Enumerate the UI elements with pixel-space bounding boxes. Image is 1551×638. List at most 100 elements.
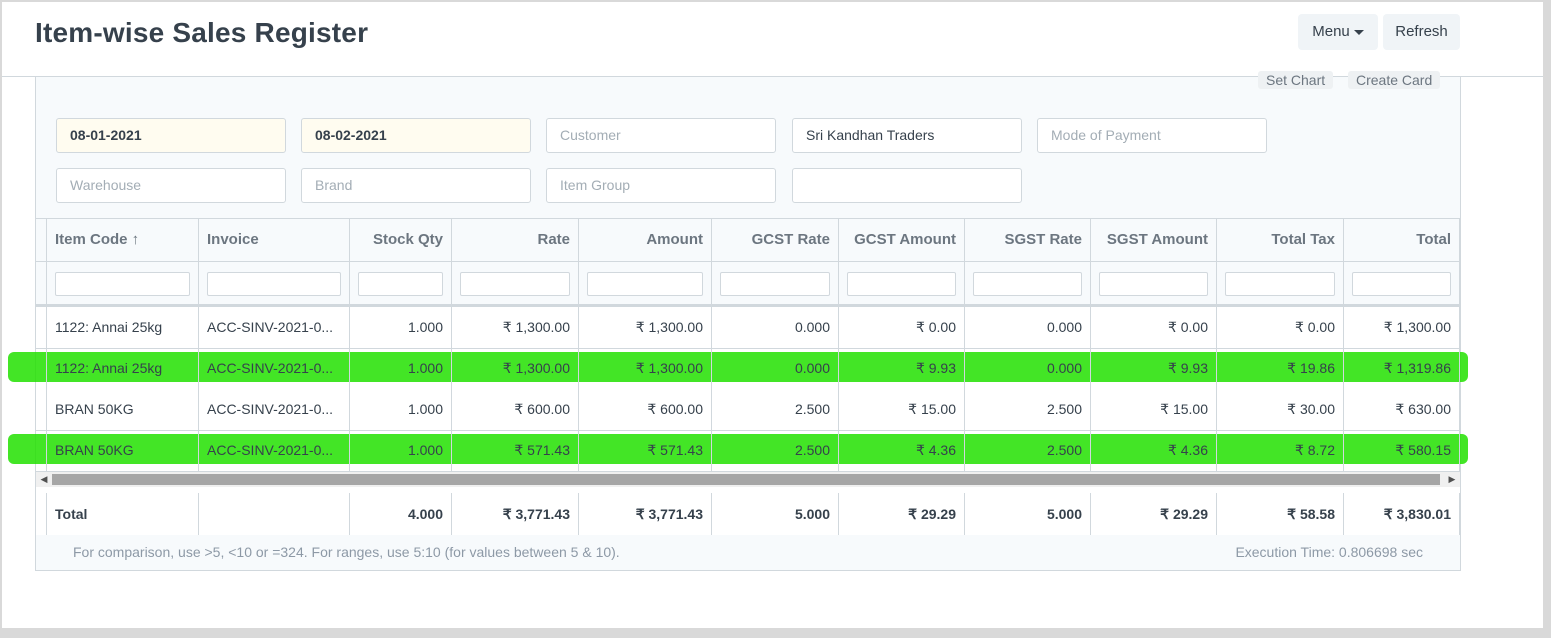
column-filter-cell [47,262,199,304]
column-filter-input[interactable] [207,272,341,296]
column-filter-input[interactable] [587,272,703,296]
column-header-sgst-rate[interactable]: SGST Rate [965,219,1091,261]
column-header-sgst-amount[interactable]: SGST Amount [1091,219,1217,261]
column-filter-input[interactable] [358,272,443,296]
column-filter-input[interactable] [55,272,190,296]
column-header-item-code[interactable]: Item Code ↑ [47,219,199,261]
total-cell: Total [47,493,199,535]
report-container: Set Chart Create Card 08-01-2021 08-02-2… [8,71,1468,571]
table-cell: ₹ 1,300.00 [452,307,579,348]
table-cell: ACC-SINV-2021-0... [199,389,350,430]
table-cell: ₹ 1,300.00 [1344,307,1460,348]
extra-filter-field[interactable] [792,168,1022,203]
column-header-gcst-amount[interactable]: GCST Amount [839,219,965,261]
table-cell: ₹ 30.00 [1217,389,1344,430]
customer-field[interactable]: Customer [546,118,776,153]
warehouse-placeholder: Warehouse [70,177,142,193]
create-card-button[interactable]: Create Card [1348,71,1441,89]
table-cell: 1122: Annai 25kg [47,348,199,389]
total-cell: 5.000 [965,493,1091,535]
total-cell: ₹ 3,771.43 [579,493,712,535]
to-date-field[interactable]: 08-02-2021 [301,118,531,153]
table-cell: ₹ 15.00 [1091,389,1217,430]
column-filter-input[interactable] [460,272,570,296]
column-filter-input[interactable] [847,272,956,296]
table-cell: 0.000 [712,307,839,348]
scrollbar-thumb[interactable] [52,474,1440,485]
table-cell: ₹ 1,300.00 [452,348,579,389]
mode-of-payment-placeholder: Mode of Payment [1051,127,1161,143]
caret-down-icon [1353,29,1364,35]
column-header-amount[interactable]: Amount [579,219,712,261]
table-cell: ACC-SINV-2021-0... [199,307,350,348]
menu-button-label: Menu [1312,23,1350,40]
filter-help-text: For comparison, use >5, <10 or =324. For… [73,544,620,560]
mode-of-payment-field[interactable]: Mode of Payment [1037,118,1267,153]
table-cell: ₹ 600.00 [452,389,579,430]
column-filter-cell [452,262,579,304]
table-cell: ₹ 1,300.00 [579,307,712,348]
brand-field[interactable]: Brand [301,168,531,203]
totals-row: Total 4.000 ₹ 3,771.43 ₹ 3,771.43 5.000 ₹ 29.… [36,493,1460,536]
table-cell: ₹ 1,300.00 [579,348,712,389]
table-cell: 0.000 [712,348,839,389]
total-cell: 4.000 [350,493,452,535]
row-index-cell [36,219,47,261]
table-cell: ₹ 630.00 [1344,389,1460,430]
column-filter-input[interactable] [1352,272,1451,296]
row-index-cell [36,389,47,430]
table-row[interactable]: 1122: Annai 25kg ACC-SINV-2021-0... 1.000 ₹… [36,307,1460,349]
total-cell: ₹ 3,771.43 [452,493,579,535]
row-index-cell [36,262,47,304]
column-header-rate[interactable]: Rate [452,219,579,261]
column-filter-cell [1091,262,1217,304]
table-cell: 2.500 [712,389,839,430]
customer-group-field[interactable]: Sri Kandhan Traders [792,118,1022,153]
report-page: Item-wise Sales Register Menu Refresh Se… [2,2,1543,628]
table-row[interactable]: BRAN 50KG ACC-SINV-2021-0... 1.000 ₹ 571.43… [36,430,1460,472]
table-row[interactable]: BRAN 50KG ACC-SINV-2021-0... 1.000 ₹ 600.00… [36,389,1460,431]
column-filter-cell [712,262,839,304]
filter-area: Set Chart Create Card 08-01-2021 08-02-2… [36,71,1460,219]
table-cell: 2.500 [965,389,1091,430]
column-filter-cell [1217,262,1344,304]
item-group-field[interactable]: Item Group [546,168,776,203]
warehouse-field[interactable]: Warehouse [56,168,286,203]
table-row[interactable]: 1122: Annai 25kg ACC-SINV-2021-0... 1.000 ₹… [36,348,1460,390]
column-filter-cell [965,262,1091,304]
data-grid: Item Code ↑ Invoice Stock Qty Rate Amount GCS… [8,219,1468,477]
set-chart-button[interactable]: Set Chart [1258,71,1334,89]
scroll-left-icon[interactable]: ◀ [36,471,52,487]
column-header-invoice[interactable]: Invoice [199,219,350,261]
refresh-button[interactable]: Refresh [1383,14,1460,50]
column-filter-input[interactable] [1099,272,1208,296]
column-header-total-tax[interactable]: Total Tax [1217,219,1344,261]
column-filter-cell [1344,262,1460,304]
from-date-field[interactable]: 08-01-2021 [56,118,286,153]
table-cell: ₹ 19.86 [1217,348,1344,389]
column-header-stock-qty[interactable]: Stock Qty [350,219,452,261]
column-header-total[interactable]: Total [1344,219,1460,261]
column-header-gcst-rate[interactable]: GCST Rate [712,219,839,261]
table-cell: 2.500 [712,430,839,471]
total-cell [199,493,350,535]
total-cell: ₹ 3,830.01 [1344,493,1460,535]
menu-button[interactable]: Menu [1298,14,1378,50]
row-index-cell [36,493,47,535]
scroll-right-icon[interactable]: ▶ [1444,471,1460,487]
table-cell: BRAN 50KG [47,430,199,471]
horizontal-scrollbar[interactable]: ◀ ▶ [36,471,1460,487]
column-filter-input[interactable] [720,272,830,296]
table-cell: 1.000 [350,389,452,430]
table-cell: 0.000 [965,307,1091,348]
table-cell: ₹ 571.43 [579,430,712,471]
table-cell: ACC-SINV-2021-0... [199,348,350,389]
row-index-cell [36,348,47,389]
column-filter-input[interactable] [1225,272,1335,296]
page-header: Item-wise Sales Register Menu Refresh [2,2,1543,77]
table-cell: 1.000 [350,307,452,348]
table-cell: ₹ 600.00 [579,389,712,430]
table-cell: ₹ 9.93 [1091,348,1217,389]
table-cell: ACC-SINV-2021-0... [199,430,350,471]
column-filter-input[interactable] [973,272,1082,296]
